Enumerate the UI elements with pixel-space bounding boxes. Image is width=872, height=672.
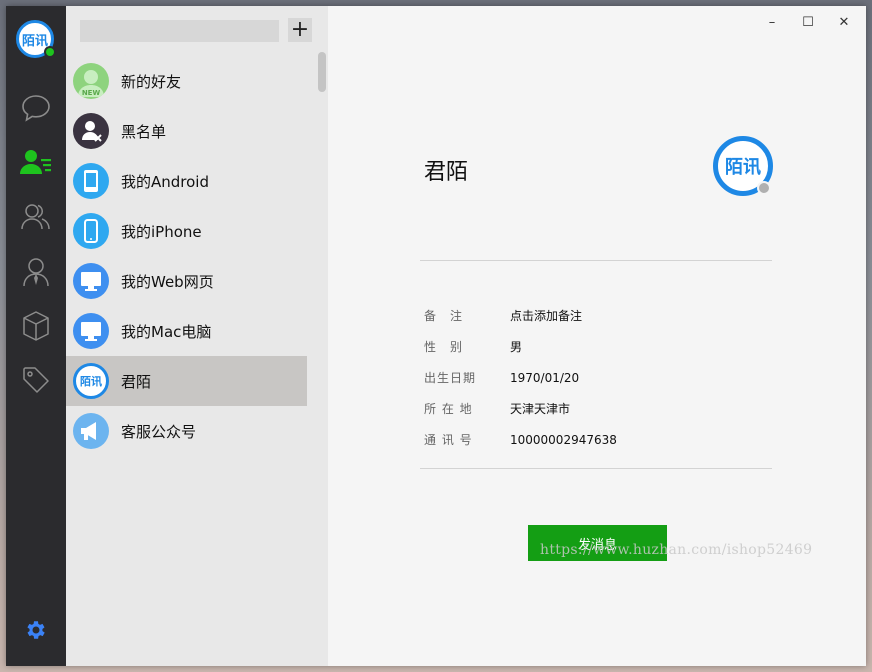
info-label: 性 别 — [424, 340, 464, 354]
contacts-panel: + NEW 新的好友 黑名单 我的Android 我的iPhone 我的Web网… — [66, 6, 328, 666]
online-status-dot — [44, 46, 56, 58]
search-input[interactable] — [80, 20, 279, 42]
window-controls: – ☐ ✕ — [754, 10, 862, 34]
add-button-label: + — [290, 17, 310, 42]
profile-info: 备 注 点击添加备注 性 别 男 出生日期 1970/01/20 所 在 地 天… — [424, 300, 617, 455]
rail-item-contacts[interactable] — [6, 142, 66, 182]
group-icon — [21, 204, 50, 230]
add-contact-button[interactable]: + — [288, 18, 312, 42]
contact-name: 我的Android — [121, 172, 209, 191]
tag-icon — [23, 367, 49, 393]
contacts-icon — [20, 150, 51, 174]
phone-icon — [73, 163, 109, 199]
contact-name: 我的iPhone — [121, 222, 202, 241]
monitor-icon — [73, 263, 109, 299]
rail-item-profile[interactable] — [6, 252, 66, 292]
info-label: 通 讯 号 — [424, 433, 473, 447]
contact-item-android[interactable]: 我的Android — [66, 156, 307, 206]
contact-item-web[interactable]: 我的Web网页 — [66, 256, 307, 306]
rail-item-groups[interactable] — [6, 197, 66, 237]
profile-avatar-text: 陌讯 — [725, 157, 761, 178]
svg-text:NEW: NEW — [82, 89, 101, 97]
watermark: https://www.huzhan.com/ishop52469 — [540, 542, 813, 558]
app-window: 陌讯 + NEW 新的好友 黑名单 我的Android 我的iPhone 我的W… — [6, 6, 866, 666]
info-row-account: 通 讯 号 10000002947638 — [424, 424, 617, 455]
nav-rail: 陌讯 — [6, 6, 66, 666]
info-row-birthday: 出生日期 1970/01/20 — [424, 362, 617, 393]
contact-item-new-friends[interactable]: NEW 新的好友 — [66, 56, 307, 106]
contact-name: 我的Web网页 — [121, 272, 214, 291]
contact-detail-panel: – ☐ ✕ 君陌 陌讯 备 注 点击添加备注 性 别 男 出生日期 1970/0… — [328, 6, 866, 666]
gender-value: 男 — [510, 340, 523, 354]
info-label: 备 注 — [424, 309, 464, 323]
scrollbar-thumb[interactable] — [318, 52, 326, 92]
divider-bottom — [420, 468, 772, 469]
contact-item-service[interactable]: 客服公众号 — [66, 406, 307, 456]
contact-item-iphone[interactable]: 我的iPhone — [66, 206, 307, 256]
profile-name: 君陌 — [424, 160, 469, 185]
new-friend-icon: NEW — [73, 63, 109, 99]
contact-name: 黑名单 — [121, 122, 167, 141]
rail-item-apps[interactable] — [6, 306, 66, 346]
remark-value[interactable]: 点击添加备注 — [510, 307, 582, 324]
divider-top — [420, 260, 772, 261]
maximize-button[interactable]: ☐ — [790, 10, 826, 34]
person-icon — [23, 258, 49, 287]
minimize-icon: – — [768, 14, 776, 30]
info-row-remark: 备 注 点击添加备注 — [424, 300, 617, 331]
moxun-avatar-icon: 陌讯 — [73, 363, 109, 399]
minimize-button[interactable]: – — [754, 10, 790, 34]
settings-button[interactable] — [6, 610, 66, 650]
contact-item-blacklist[interactable]: 黑名单 — [66, 106, 307, 156]
blacklist-icon — [73, 113, 109, 149]
gear-icon — [27, 621, 45, 639]
avatar-logo-text: 陌讯 — [21, 33, 48, 49]
account-value: 10000002947638 — [510, 432, 617, 447]
rail-item-chats[interactable] — [6, 88, 66, 128]
info-label: 出生日期 — [424, 371, 477, 385]
contact-name: 新的好友 — [121, 72, 182, 91]
chat-bubble-icon — [22, 95, 50, 122]
contact-avatar-text: 陌讯 — [80, 375, 102, 388]
cube-icon — [23, 311, 49, 341]
contact-list: NEW 新的好友 黑名单 我的Android 我的iPhone 我的Web网页 … — [66, 56, 307, 456]
birthday-value: 1970/01/20 — [510, 370, 580, 385]
close-button[interactable]: ✕ — [826, 10, 862, 34]
rail-item-tags[interactable] — [6, 360, 66, 400]
megaphone-icon — [73, 413, 109, 449]
close-icon: ✕ — [838, 14, 850, 30]
location-value: 天津天津市 — [510, 402, 571, 416]
info-row-location: 所 在 地 天津天津市 — [424, 393, 617, 424]
offline-status-dot — [757, 181, 771, 195]
contact-name: 我的Mac电脑 — [121, 322, 212, 341]
info-row-gender: 性 别 男 — [424, 331, 617, 362]
contact-name: 君陌 — [121, 372, 152, 391]
maximize-icon: ☐ — [802, 14, 814, 30]
monitor-icon — [73, 313, 109, 349]
iphone-icon — [73, 213, 109, 249]
contact-name: 客服公众号 — [121, 422, 197, 441]
info-label: 所 在 地 — [424, 402, 473, 416]
contact-item-junmo[interactable]: 陌讯 君陌 — [66, 356, 307, 406]
contact-item-mac[interactable]: 我的Mac电脑 — [66, 306, 307, 356]
